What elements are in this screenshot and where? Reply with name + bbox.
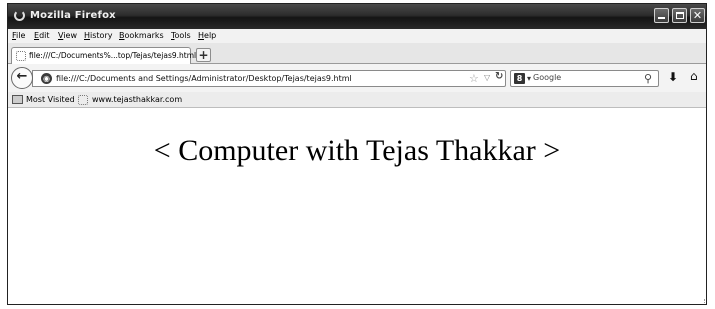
tab-strip: file:///C:/Documents%...top/Tejas/tejas9…	[8, 43, 706, 64]
tab-label: file:///C:/Documents%...top/Tejas/tejas9…	[29, 51, 197, 60]
menu-bookmarks[interactable]: Bookmarks	[119, 31, 164, 40]
reload-icon[interactable]: ↻	[495, 71, 503, 82]
engine-dropdown-icon[interactable]: ▾	[527, 74, 531, 83]
maximize-button[interactable]	[672, 8, 687, 23]
title-bar: Mozilla Firefox ✕	[8, 4, 706, 29]
download-icon[interactable]: ⬇	[668, 70, 678, 84]
most-visited-icon	[12, 95, 23, 104]
back-button[interactable]: ←	[11, 67, 33, 89]
menu-edit[interactable]: Edit	[34, 31, 50, 40]
minimize-icon	[658, 17, 665, 19]
menu-view[interactable]: View	[58, 31, 77, 40]
url-dropdown-icon[interactable]: ▽	[484, 73, 490, 82]
menu-tools[interactable]: Tools	[171, 31, 191, 40]
search-bar[interactable]: 8 ▾ ⚲	[510, 70, 659, 87]
page-heading: < Computer with Tejas Thakkar >	[153, 134, 561, 167]
bookmark-most-visited[interactable]: Most Visited	[26, 95, 75, 104]
search-engine-icon[interactable]: 8	[514, 73, 525, 84]
new-tab-button[interactable]: +	[196, 48, 211, 62]
search-input[interactable]	[533, 73, 633, 82]
back-arrow-icon: ←	[16, 69, 28, 84]
navigation-bar: ◉ file:///C:/Documents and Settings/Admi…	[8, 64, 706, 92]
minimize-button[interactable]	[654, 8, 669, 23]
menu-history[interactable]: History	[84, 31, 112, 40]
bookmarks-bar: Most Visited www.tejasthakkar.com	[8, 92, 706, 108]
firefox-logo-icon	[14, 10, 25, 21]
close-icon: ✕	[692, 9, 703, 22]
url-bar[interactable]: ◉ file:///C:/Documents and Settings/Admi…	[32, 70, 506, 87]
page-content: < Computer with Tejas Thakkar >	[8, 109, 706, 304]
home-icon[interactable]: ⌂	[690, 69, 698, 83]
bookmark-star-icon[interactable]: ☆	[469, 72, 479, 85]
page-icon	[16, 51, 26, 61]
bookmark-page-icon	[78, 95, 88, 105]
resize-grip-icon[interactable]	[699, 299, 705, 304]
menu-bar: File Edit View History Bookmarks Tools H…	[8, 29, 706, 43]
url-text: file:///C:/Documents and Settings/Admini…	[56, 74, 352, 83]
maximize-icon	[676, 12, 684, 19]
bookmark-tejasthakkar[interactable]: www.tejasthakkar.com	[92, 95, 182, 104]
window-title: Mozilla Firefox	[30, 10, 116, 21]
close-button[interactable]: ✕	[690, 8, 705, 23]
tab-active[interactable]: file:///C:/Documents%...top/Tejas/tejas9…	[11, 47, 196, 64]
browser-window: Mozilla Firefox ✕ File Edit View History…	[7, 3, 707, 305]
magnifier-icon[interactable]: ⚲	[644, 72, 652, 85]
menu-help[interactable]: Help	[198, 31, 216, 40]
site-identity-icon[interactable]: ◉	[41, 73, 52, 84]
menu-file[interactable]: File	[12, 31, 25, 40]
